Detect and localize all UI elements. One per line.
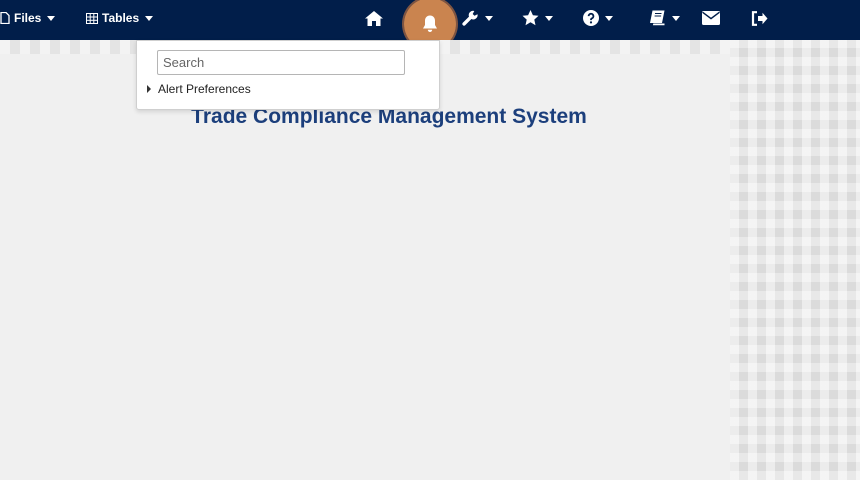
chevron-down-icon	[672, 15, 680, 21]
wrench-icon	[462, 10, 478, 26]
chevron-down-icon	[145, 15, 154, 21]
file-icon	[0, 12, 10, 24]
sign-out-icon	[751, 10, 768, 26]
favorites-menu[interactable]	[522, 0, 553, 36]
book-icon	[650, 10, 665, 26]
tools-menu[interactable]	[462, 0, 493, 36]
star-icon	[522, 10, 539, 26]
chevron-down-icon	[545, 15, 553, 21]
tables-label: Tables	[102, 11, 140, 25]
alert-preferences-item[interactable]: Alert Preferences	[147, 81, 251, 97]
logout-button[interactable]	[751, 0, 768, 36]
envelope-icon	[702, 11, 720, 25]
caret-right-icon	[147, 85, 151, 93]
search-input[interactable]	[157, 50, 405, 75]
bell-icon	[423, 15, 437, 32]
files-label: Files	[14, 11, 42, 25]
files-menu[interactable]: Files	[0, 0, 56, 36]
alert-preferences-label: Alert Preferences	[158, 82, 251, 96]
alerts-dropdown: Alert Preferences	[136, 40, 440, 110]
tables-menu[interactable]: Tables	[86, 0, 154, 36]
table-icon	[86, 12, 98, 24]
chevron-down-icon	[605, 15, 613, 21]
home-icon	[365, 10, 383, 26]
chevron-down-icon	[47, 15, 56, 21]
docs-menu[interactable]	[649, 0, 680, 36]
messages-button[interactable]	[702, 0, 720, 36]
help-menu[interactable]	[583, 0, 613, 36]
question-icon	[583, 10, 599, 26]
top-navbar: Files Tables	[0, 0, 860, 50]
home-button[interactable]	[365, 0, 383, 36]
chevron-down-icon	[485, 15, 493, 21]
